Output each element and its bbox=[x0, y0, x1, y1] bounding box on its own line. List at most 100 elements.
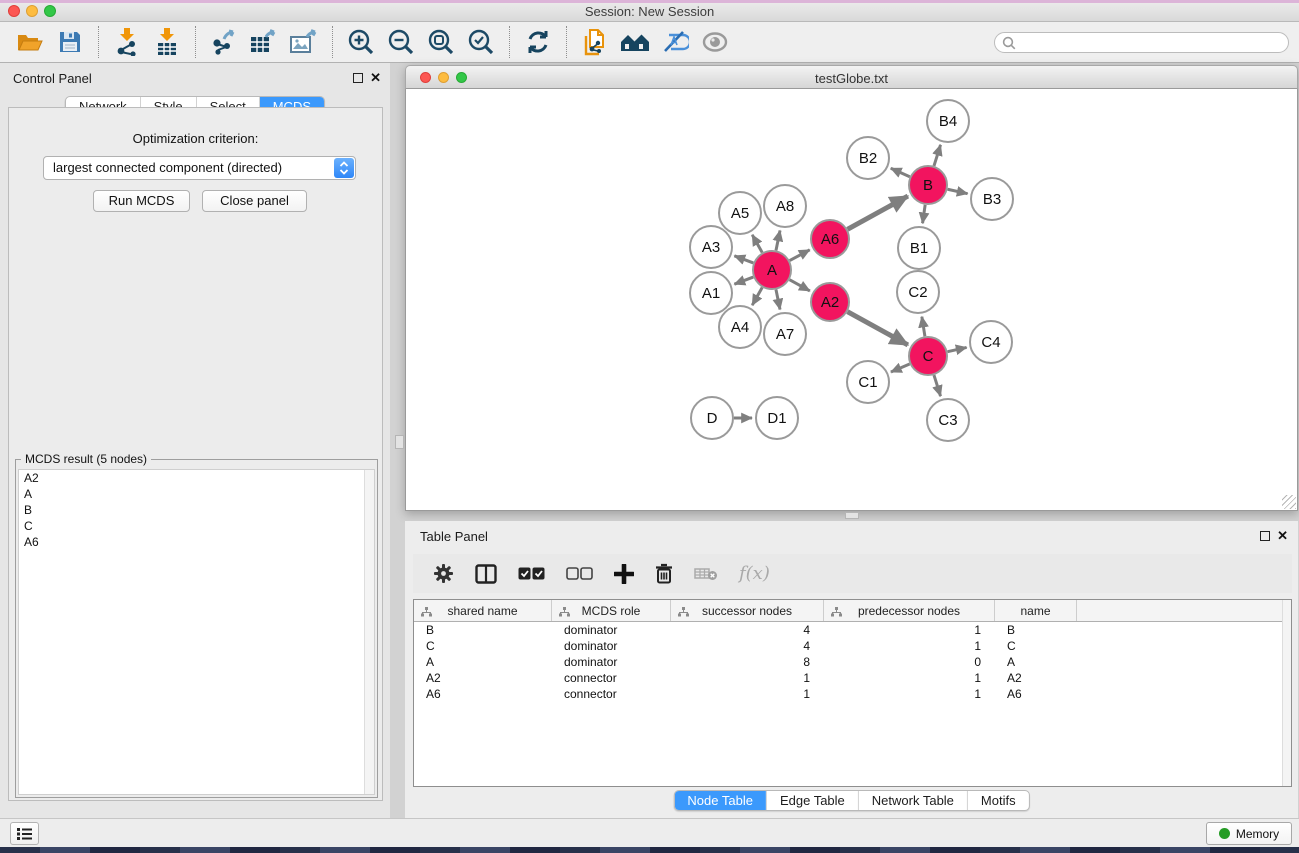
node-D1[interactable]: D1 bbox=[756, 397, 798, 439]
tab-node-table[interactable]: Node Table bbox=[674, 791, 766, 810]
zoom-fit-icon[interactable] bbox=[421, 25, 461, 59]
zoom-out-icon[interactable] bbox=[381, 25, 421, 59]
column-header-mcds-role[interactable]: MCDS role bbox=[552, 600, 671, 621]
select-all-rows-icon[interactable] bbox=[518, 567, 545, 580]
node-B3[interactable]: B3 bbox=[971, 178, 1013, 220]
node-C1[interactable]: C1 bbox=[847, 361, 889, 403]
table-row[interactable]: Bdominator41B bbox=[414, 622, 1291, 638]
edge-B-B1[interactable] bbox=[923, 205, 926, 223]
tab-edge-table[interactable]: Edge Table bbox=[766, 791, 858, 810]
delete-column-icon[interactable] bbox=[655, 563, 673, 584]
split-divider-handle[interactable] bbox=[395, 435, 404, 449]
float-panel-icon[interactable] bbox=[353, 73, 363, 83]
edge-A6-B[interactable] bbox=[848, 196, 908, 229]
zoom-selected-icon[interactable] bbox=[461, 25, 501, 59]
zoom-in-icon[interactable] bbox=[341, 25, 381, 59]
function-builder-icon[interactable]: f(x) bbox=[739, 563, 770, 584]
edge-C-C4[interactable] bbox=[948, 347, 967, 351]
column-header-shared-name[interactable]: shared name bbox=[414, 600, 552, 621]
result-item-c[interactable]: C bbox=[19, 518, 374, 534]
edge-B-B2[interactable] bbox=[891, 168, 910, 177]
node-A[interactable]: A bbox=[753, 251, 791, 289]
node-C[interactable]: C bbox=[909, 337, 947, 375]
column-header-name[interactable]: name bbox=[995, 600, 1077, 621]
edge-A-A2[interactable] bbox=[790, 280, 810, 291]
memory-button[interactable]: Memory bbox=[1206, 822, 1292, 845]
network-window-titlebar[interactable]: testGlobe.txt bbox=[405, 65, 1298, 89]
edge-A-A5[interactable] bbox=[752, 235, 762, 253]
node-B2[interactable]: B2 bbox=[847, 137, 889, 179]
edge-C-C3[interactable] bbox=[934, 375, 941, 396]
window-resize-grip[interactable] bbox=[1282, 495, 1296, 509]
task-history-button[interactable] bbox=[10, 822, 39, 845]
edge-A-A7[interactable] bbox=[776, 290, 780, 310]
edge-A2-C[interactable] bbox=[848, 312, 908, 345]
network-graph[interactable]: A A1 A2 A3 A4 A5 A6 A7 A8 B B1 B2 B3B4 C C1 C2 C3C4 D D1 bbox=[406, 89, 1297, 509]
node-A8[interactable]: A8 bbox=[764, 185, 806, 227]
table-row[interactable]: Cdominator41C bbox=[414, 638, 1291, 654]
close-panel-icon[interactable]: ✕ bbox=[370, 70, 381, 86]
tab-network-table[interactable]: Network Table bbox=[858, 791, 967, 810]
add-column-icon[interactable] bbox=[614, 564, 634, 584]
first-neighbors-icon[interactable] bbox=[615, 25, 655, 59]
close-panel-button[interactable]: Close panel bbox=[202, 190, 307, 212]
node-B1[interactable]: B1 bbox=[898, 227, 940, 269]
export-image-icon[interactable] bbox=[284, 25, 324, 59]
result-item-a6[interactable]: A6 bbox=[19, 534, 374, 550]
node-A3[interactable]: A3 bbox=[690, 226, 732, 268]
hide-labels-icon[interactable] bbox=[655, 25, 695, 59]
node-A5[interactable]: A5 bbox=[719, 192, 761, 234]
settings-gear-icon[interactable] bbox=[433, 563, 454, 584]
deselect-all-rows-icon[interactable] bbox=[566, 567, 593, 580]
node-C2[interactable]: C2 bbox=[897, 271, 939, 313]
node-A6[interactable]: A6 bbox=[811, 220, 849, 258]
node-D[interactable]: D bbox=[691, 397, 733, 439]
edge-A-A1[interactable] bbox=[734, 277, 753, 284]
edge-B-B4[interactable] bbox=[934, 145, 941, 166]
network-canvas[interactable]: A A1 A2 A3 A4 A5 A6 A7 A8 B B1 B2 B3B4 C C1 C2 C3C4 D D1 bbox=[405, 89, 1298, 511]
edge-A-A3[interactable] bbox=[734, 256, 753, 263]
table-row[interactable]: A6connector11A6 bbox=[414, 686, 1291, 702]
column-visibility-icon[interactable] bbox=[475, 564, 497, 584]
edge-C-C2[interactable] bbox=[922, 317, 925, 337]
table-row[interactable]: A2connector11A2 bbox=[414, 670, 1291, 686]
close-panel-icon[interactable]: ✕ bbox=[1277, 528, 1288, 544]
node-B4[interactable]: B4 bbox=[927, 100, 969, 142]
save-session-icon[interactable] bbox=[50, 25, 90, 59]
column-header-successor-nodes[interactable]: successor nodes bbox=[671, 600, 824, 621]
layout-refresh-icon[interactable] bbox=[518, 25, 558, 59]
run-mcds-button[interactable]: Run MCDS bbox=[93, 190, 190, 212]
float-panel-icon[interactable] bbox=[1260, 531, 1270, 541]
node-C4[interactable]: C4 bbox=[970, 321, 1012, 363]
edge-A-A6[interactable] bbox=[790, 250, 810, 261]
edge-C-C1[interactable] bbox=[891, 364, 910, 372]
node-C3[interactable]: C3 bbox=[927, 399, 969, 441]
table-row[interactable]: Adominator80A bbox=[414, 654, 1291, 670]
export-network-icon[interactable] bbox=[204, 25, 244, 59]
node-table[interactable]: shared nameMCDS rolesuccessor nodesprede… bbox=[413, 599, 1292, 787]
result-item-b[interactable]: B bbox=[19, 502, 374, 518]
import-table-icon[interactable] bbox=[147, 25, 187, 59]
edge-B-B3[interactable] bbox=[948, 189, 968, 193]
delete-table-icon[interactable] bbox=[694, 567, 718, 581]
node-A2[interactable]: A2 bbox=[811, 283, 849, 321]
edge-A-A8[interactable] bbox=[776, 230, 780, 250]
result-list-scrollbar[interactable] bbox=[364, 470, 374, 794]
result-item-a[interactable]: A bbox=[19, 486, 374, 502]
tab-motifs[interactable]: Motifs bbox=[967, 791, 1029, 810]
result-item-a2[interactable]: A2 bbox=[19, 470, 374, 486]
criterion-dropdown[interactable]: largest connected component (directed) bbox=[43, 156, 356, 180]
column-header-predecessor-nodes[interactable]: predecessor nodes bbox=[824, 600, 995, 621]
export-table-icon[interactable] bbox=[244, 25, 284, 59]
node-B[interactable]: B bbox=[909, 166, 947, 204]
import-network-icon[interactable] bbox=[107, 25, 147, 59]
search-input[interactable] bbox=[994, 32, 1289, 53]
table-scrollbar[interactable] bbox=[1282, 600, 1291, 786]
open-session-icon[interactable] bbox=[10, 25, 50, 59]
node-A4[interactable]: A4 bbox=[719, 306, 761, 348]
edge-A-A4[interactable] bbox=[752, 287, 762, 305]
graphics-details-icon[interactable] bbox=[695, 25, 735, 59]
mcds-result-list[interactable]: A2ABCA6 bbox=[18, 469, 375, 795]
node-A1[interactable]: A1 bbox=[690, 272, 732, 314]
node-A7[interactable]: A7 bbox=[764, 313, 806, 355]
